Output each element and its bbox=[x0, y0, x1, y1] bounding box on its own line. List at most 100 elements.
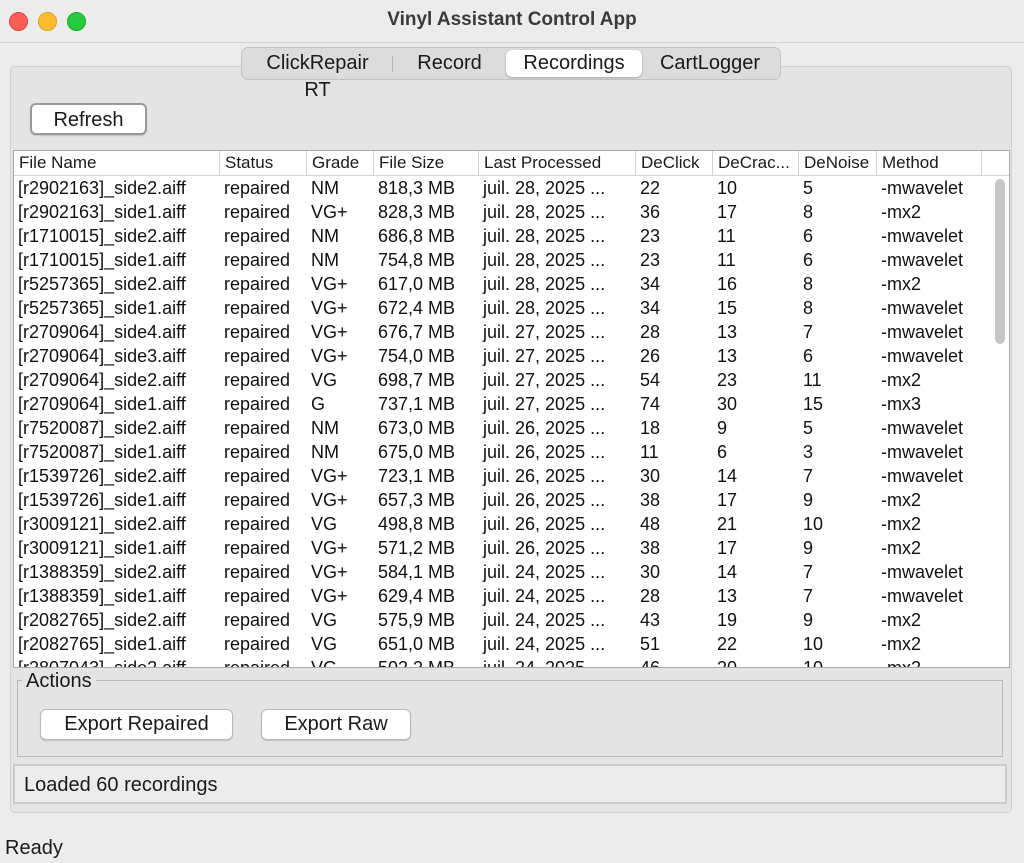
decrackle-cell: 20 bbox=[717, 658, 738, 668]
denoise-cell: 9 bbox=[803, 490, 814, 510]
table-row[interactable]: [r3009121]_side2.aiff repaired VG 498,8 MB j… bbox=[14, 512, 989, 536]
declick-cell: 48 bbox=[640, 514, 661, 534]
table-row[interactable]: [r2709064]_side4.aiff repaired VG+ 676,7 MB… bbox=[14, 320, 989, 344]
decrackle-cell: 10 bbox=[717, 178, 738, 198]
declick-cell: 11 bbox=[640, 442, 659, 462]
status-cell: repaired bbox=[224, 226, 291, 246]
denoise-cell: 7 bbox=[803, 586, 814, 606]
column-header-status[interactable]: Status bbox=[220, 151, 307, 175]
declick-cell: 38 bbox=[640, 490, 661, 510]
column-header-declick[interactable]: DeClick bbox=[636, 151, 713, 175]
last-processed-cell: juil. 24, 2025 ... bbox=[483, 610, 606, 630]
declick-cell: 38 bbox=[640, 538, 661, 558]
denoise-cell: 7 bbox=[803, 562, 814, 582]
declick-cell: 18 bbox=[640, 418, 661, 438]
column-header-file-size[interactable]: File Size bbox=[374, 151, 479, 175]
decrackle-cell: 16 bbox=[717, 274, 738, 294]
table-row[interactable]: [r2082765]_side2.aiff repaired VG 575,9 MB j… bbox=[14, 608, 989, 632]
table-row[interactable]: [r2709064]_side2.aiff repaired VG 698,7 MB j… bbox=[14, 368, 989, 392]
file-size-cell: 754,0 MB bbox=[378, 346, 456, 366]
tab-record[interactable]: Record bbox=[393, 50, 506, 77]
grade-cell: VG+ bbox=[311, 586, 348, 606]
decrackle-cell: 11 bbox=[717, 226, 736, 246]
column-header-last-processed[interactable]: Last Processed bbox=[479, 151, 636, 175]
decrackle-cell: 21 bbox=[717, 514, 738, 534]
file-size-cell: 737,1 MB bbox=[378, 394, 456, 414]
export-raw-button[interactable]: Export Raw bbox=[261, 709, 411, 740]
column-header-decrackle[interactable]: DeCrac... bbox=[713, 151, 799, 175]
table-row[interactable]: [r7520087]_side2.aiff repaired NM 673,0 MB j… bbox=[14, 416, 989, 440]
grade-cell: VG+ bbox=[311, 562, 348, 582]
table-row[interactable]: [r5257365]_side1.aiff repaired VG+ 672,4 MB… bbox=[14, 296, 989, 320]
method-cell: -mx2 bbox=[881, 514, 921, 534]
last-processed-cell: juil. 27, 2025 ... bbox=[483, 322, 606, 342]
declick-cell: 23 bbox=[640, 226, 661, 246]
recordings-table: File Name Status Grade File Size Last Pr… bbox=[13, 150, 1010, 668]
status-cell: repaired bbox=[224, 178, 291, 198]
file-name-cell: [r2709064]_side3.aiff bbox=[18, 346, 186, 366]
table-row[interactable]: [r2902163]_side1.aiff repaired VG+ 828,3 MB… bbox=[14, 200, 989, 224]
file-size-cell: 818,3 MB bbox=[378, 178, 456, 198]
file-name-cell: [r2082765]_side2.aiff bbox=[18, 610, 186, 630]
file-name-cell: [r5257365]_side2.aiff bbox=[18, 274, 186, 294]
table-scrollbar[interactable] bbox=[995, 179, 1005, 344]
table-row[interactable]: [r2082765]_side1.aiff repaired VG 651,0 MB j… bbox=[14, 632, 989, 656]
table-row[interactable]: [r1539726]_side1.aiff repaired VG+ 657,3 MB… bbox=[14, 488, 989, 512]
table-row[interactable]: [r1710015]_side1.aiff repaired NM 754,8 MB j… bbox=[14, 248, 989, 272]
method-cell: -mx3 bbox=[881, 394, 921, 414]
declick-cell: 26 bbox=[640, 346, 661, 366]
export-repaired-button[interactable]: Export Repaired bbox=[40, 709, 233, 740]
table-row[interactable]: [r2807043]_side2.aiff repaired VG 502,2 MB j… bbox=[14, 656, 989, 668]
column-header-denoise[interactable]: DeNoise bbox=[799, 151, 877, 175]
method-cell: -mx2 bbox=[881, 274, 921, 294]
grade-cell: VG+ bbox=[311, 322, 348, 342]
table-row[interactable]: [r7520087]_side1.aiff repaired NM 675,0 MB j… bbox=[14, 440, 989, 464]
tab-bar: ClickRepair RT Record Recordings CartLog… bbox=[241, 47, 781, 101]
method-cell: -mwavelet bbox=[881, 346, 964, 366]
file-name-cell: [r1710015]_side2.aiff bbox=[18, 226, 186, 246]
table-row[interactable]: [r2709064]_side1.aiff repaired G 737,1 MB ju… bbox=[14, 392, 989, 416]
status-cell: repaired bbox=[224, 418, 291, 438]
table-row[interactable]: [r1539726]_side2.aiff repaired VG+ 723,1 MB… bbox=[14, 464, 989, 488]
refresh-button[interactable]: Refresh bbox=[30, 103, 147, 135]
tab-cartlogger[interactable]: CartLogger bbox=[642, 50, 778, 77]
column-header-method[interactable]: Method bbox=[877, 151, 982, 175]
table-row[interactable]: [r5257365]_side2.aiff repaired VG+ 617,0 MB… bbox=[14, 272, 989, 296]
declick-cell: 74 bbox=[640, 394, 661, 414]
column-header-file-name[interactable]: File Name bbox=[14, 151, 220, 175]
table-row[interactable]: [r1710015]_side2.aiff repaired NM 686,8 MB j… bbox=[14, 224, 989, 248]
decrackle-cell: 23 bbox=[717, 370, 738, 390]
table-row[interactable]: [r3009121]_side1.aiff repaired VG+ 571,2 MB… bbox=[14, 536, 989, 560]
declick-cell: 46 bbox=[640, 658, 661, 668]
grade-cell: VG bbox=[311, 370, 338, 390]
file-name-cell: [r2709064]_side1.aiff bbox=[18, 394, 186, 414]
grade-cell: VG bbox=[311, 610, 338, 630]
decrackle-cell: 13 bbox=[717, 586, 738, 606]
grade-cell: VG+ bbox=[311, 202, 348, 222]
tab-clickrepair-rt[interactable]: ClickRepair RT bbox=[242, 50, 393, 101]
file-size-cell: 754,8 MB bbox=[378, 250, 456, 270]
status-cell: repaired bbox=[224, 658, 291, 668]
file-name-cell: [r2709064]_side2.aiff bbox=[18, 370, 186, 390]
declick-cell: 34 bbox=[640, 298, 661, 318]
status-cell: repaired bbox=[224, 562, 291, 582]
status-cell: repaired bbox=[224, 394, 291, 414]
declick-cell: 28 bbox=[640, 322, 661, 342]
column-header-grade[interactable]: Grade bbox=[307, 151, 374, 175]
status-cell: repaired bbox=[224, 490, 291, 510]
method-cell: -mx2 bbox=[881, 634, 921, 654]
last-processed-cell: juil. 28, 2025 ... bbox=[483, 226, 606, 246]
method-cell: -mwavelet bbox=[881, 562, 964, 582]
file-size-cell: 698,7 MB bbox=[378, 370, 456, 390]
table-row[interactable]: [r2709064]_side3.aiff repaired VG+ 754,0 MB… bbox=[14, 344, 989, 368]
file-size-cell: 672,4 MB bbox=[378, 298, 456, 318]
last-processed-cell: juil. 26, 2025 ... bbox=[483, 466, 606, 486]
denoise-cell: 5 bbox=[803, 418, 814, 438]
tab-recordings[interactable]: Recordings bbox=[506, 50, 642, 77]
last-processed-cell: juil. 26, 2025 ... bbox=[483, 418, 606, 438]
table-row[interactable]: [r2902163]_side2.aiff repaired NM 818,3 MB j… bbox=[14, 176, 989, 200]
grade-cell: VG bbox=[311, 514, 338, 534]
table-row[interactable]: [r1388359]_side2.aiff repaired VG+ 584,1 MB… bbox=[14, 560, 989, 584]
denoise-cell: 8 bbox=[803, 202, 814, 222]
table-row[interactable]: [r1388359]_side1.aiff repaired VG+ 629,4 MB… bbox=[14, 584, 989, 608]
